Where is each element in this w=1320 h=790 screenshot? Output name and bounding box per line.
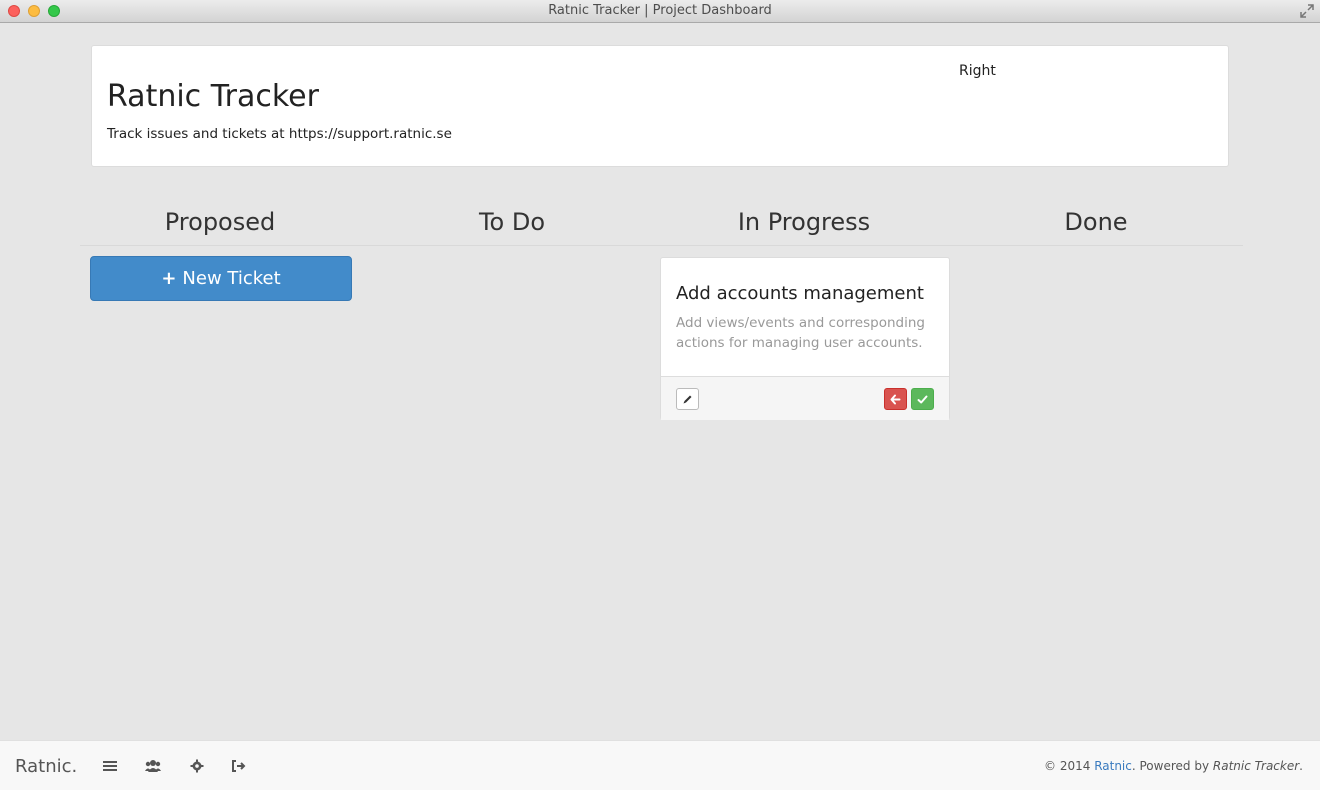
page-subtitle: Track issues and tickets at https://supp… [107,126,452,142]
columns-divider [80,245,1243,246]
header-right-text: Right [959,63,996,79]
window-title: Ratnic Tracker | Project Dashboard [548,3,772,18]
list-icon[interactable] [102,759,118,773]
ticket-title: Add accounts management [676,283,924,304]
window-titlebar: Ratnic Tracker | Project Dashboard [0,0,1320,23]
move-back-button[interactable] [884,388,907,410]
mark-done-button[interactable] [911,388,934,410]
gear-icon[interactable] [189,759,205,773]
ratnic-link[interactable]: Ratnic [1094,759,1132,773]
footer-copyright: © 2014 Ratnic. Powered by Ratnic Tracker… [1044,759,1303,773]
ticket-actions [661,376,949,420]
page-title: Ratnic Tracker [107,79,319,114]
new-ticket-label: New Ticket [182,268,281,289]
product-name: Ratnic Tracker [1212,759,1300,773]
plus-icon: + [161,268,177,289]
sign-out-icon[interactable] [231,759,247,773]
ticket-description: Add views/events and corresponding actio… [676,315,925,351]
column-heading-in-progress: In Progress [737,208,871,236]
edit-ticket-button[interactable] [676,388,699,410]
column-heading-todo: To Do [478,208,546,236]
ticket-card[interactable]: Add accounts management Add views/events… [660,257,950,420]
new-ticket-button[interactable]: + New Ticket [90,256,352,301]
check-icon [917,395,928,403]
column-heading-done: Done [1064,208,1128,236]
pencil-icon [683,395,692,403]
arrow-left-icon [890,394,901,404]
footer-brand[interactable]: Ratnic. [15,756,77,777]
users-icon[interactable] [145,759,161,773]
column-heading-proposed: Proposed [164,208,276,236]
footer: Ratnic. © 2014 Ratnic. Powered by Ratnic… [0,740,1320,790]
fullscreen-icon[interactable] [1300,4,1314,18]
project-header-card: Ratnic Tracker Track issues and tickets … [91,45,1229,167]
